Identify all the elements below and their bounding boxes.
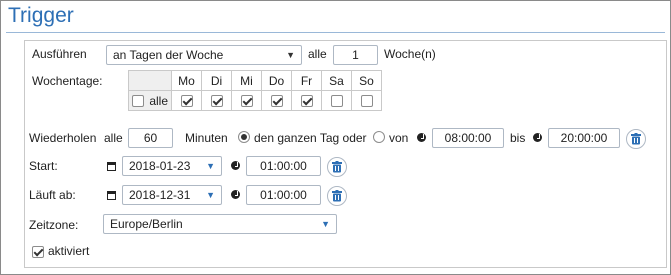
- weekday-header-fr: Fr: [291, 70, 322, 91]
- weekday-header-empty: [128, 70, 172, 91]
- timezone-label: Zeitzone:: [29, 218, 79, 232]
- from-label: von: [389, 131, 409, 145]
- clear-repeat-button[interactable]: [626, 129, 646, 149]
- chevron-down-icon: ▼: [206, 161, 215, 171]
- weekday-header-di: Di: [201, 70, 232, 91]
- execute-mode-value: an Tagen der Woche: [113, 48, 224, 62]
- execute-unit-label: Woche(n): [384, 47, 436, 61]
- weekday-checkbox-mo[interactable]: [180, 95, 193, 108]
- weekday-checkbox-fr[interactable]: [300, 95, 313, 108]
- start-date-select[interactable]: 2018-01-23 ▼: [122, 156, 222, 176]
- execute-every-label: alle: [308, 47, 327, 61]
- start-date-value: 2018-01-23: [129, 159, 191, 173]
- clock-icon: [533, 133, 542, 142]
- timezone-select[interactable]: Europe/Berlin ▼: [103, 214, 337, 234]
- to-time-input[interactable]: 20:00:00: [548, 128, 620, 148]
- weekday-checkbox-so[interactable]: [360, 95, 373, 108]
- timezone-value: Europe/Berlin: [110, 217, 183, 231]
- all-day-label: den ganzen Tag oder: [254, 131, 367, 145]
- weekday-header-mo: Mo: [171, 70, 202, 91]
- from-time-input[interactable]: 08:00:00: [432, 128, 504, 148]
- title-divider: [6, 32, 665, 33]
- calendar-icon: [107, 191, 116, 200]
- weekday-table: Mo Di Mi Do Fr Sa So alle: [128, 70, 382, 111]
- to-label: bis: [510, 131, 526, 145]
- activated-label: aktiviert: [48, 244, 90, 258]
- start-label: Start:: [29, 159, 58, 173]
- weekday-header-mi: Mi: [231, 70, 262, 91]
- page-title: Trigger: [8, 4, 74, 27]
- expires-label: Läuft ab:: [29, 188, 76, 202]
- execute-mode-select[interactable]: an Tagen der Woche ▼: [106, 45, 302, 65]
- repeat-unit-label: Minuten: [185, 131, 228, 145]
- trash-icon: [332, 161, 342, 173]
- weekday-header-sa: Sa: [321, 70, 352, 91]
- clock-icon: [231, 161, 240, 170]
- chevron-down-icon: ▼: [206, 190, 215, 200]
- all-day-radio[interactable]: [238, 131, 250, 143]
- weekday-all-label: alle: [149, 93, 169, 108]
- weekday-checkbox-mi[interactable]: [240, 95, 253, 108]
- start-time-input[interactable]: 01:00:00: [246, 156, 321, 176]
- expires-date-select[interactable]: 2018-12-31 ▼: [122, 185, 222, 205]
- weekday-header-so: So: [351, 70, 382, 91]
- trash-icon: [631, 133, 641, 145]
- chevron-down-icon: ▼: [286, 50, 295, 60]
- chevron-down-icon: ▼: [321, 219, 330, 229]
- execute-every-input[interactable]: 1: [333, 45, 378, 65]
- weekday-checkbox-sa[interactable]: [330, 95, 343, 108]
- weekday-all-cell: alle: [128, 90, 172, 111]
- weekday-all-checkbox[interactable]: [132, 94, 144, 107]
- repeat-every-label: alle: [104, 131, 123, 145]
- clear-start-button[interactable]: [327, 157, 347, 177]
- repeat-interval-input[interactable]: 60: [128, 128, 173, 148]
- trigger-panel: Ausführen an Tagen der Woche ▼ alle 1 Wo…: [24, 40, 667, 268]
- weekday-checkbox-do[interactable]: [270, 95, 283, 108]
- clear-expires-button[interactable]: [327, 186, 347, 206]
- weekdays-label: Wochentage:: [32, 74, 103, 88]
- repeat-label: Wiederholen: [29, 131, 97, 145]
- weekday-checkbox-di[interactable]: [210, 95, 223, 108]
- expires-date-value: 2018-12-31: [129, 188, 191, 202]
- clock-icon: [417, 133, 426, 142]
- weekday-header-do: Do: [261, 70, 292, 91]
- clock-icon: [231, 190, 240, 199]
- time-range-radio[interactable]: [373, 131, 385, 143]
- calendar-icon: [107, 162, 116, 171]
- execute-label: Ausführen: [32, 47, 87, 61]
- activated-checkbox[interactable]: [32, 245, 44, 258]
- trash-icon: [332, 190, 342, 202]
- expires-time-input[interactable]: 01:00:00: [246, 185, 321, 205]
